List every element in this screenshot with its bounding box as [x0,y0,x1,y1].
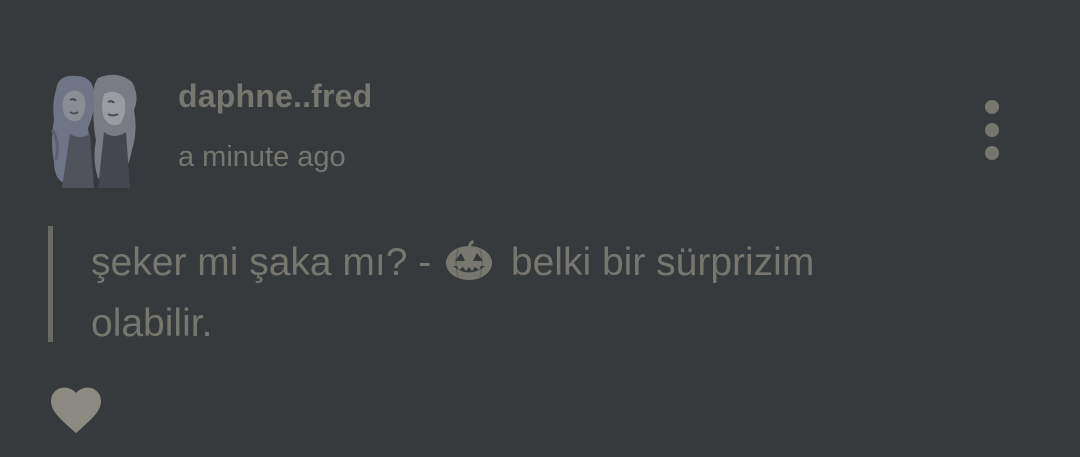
message-quote: şeker mi şaka mı? - belki bir sürprizim … [48,226,948,345]
like-button[interactable] [50,386,102,436]
jack-o-lantern-icon [444,239,494,281]
message-text-before-emoji: şeker mi şaka mı? - [91,241,443,284]
username[interactable]: daphne..fred [178,78,372,115]
post-card: daphne..fred a minute ago şeker mi şaka … [0,0,1080,457]
avatar-image [48,70,140,188]
quote-bar [48,226,53,342]
vertical-ellipsis-icon [985,100,999,160]
timestamp: a minute ago [178,141,346,173]
avatar[interactable] [48,70,140,188]
message-text: şeker mi şaka mı? - belki bir sürprizim … [91,232,941,354]
heart-icon [51,387,101,433]
more-options-button[interactable] [972,94,1012,166]
